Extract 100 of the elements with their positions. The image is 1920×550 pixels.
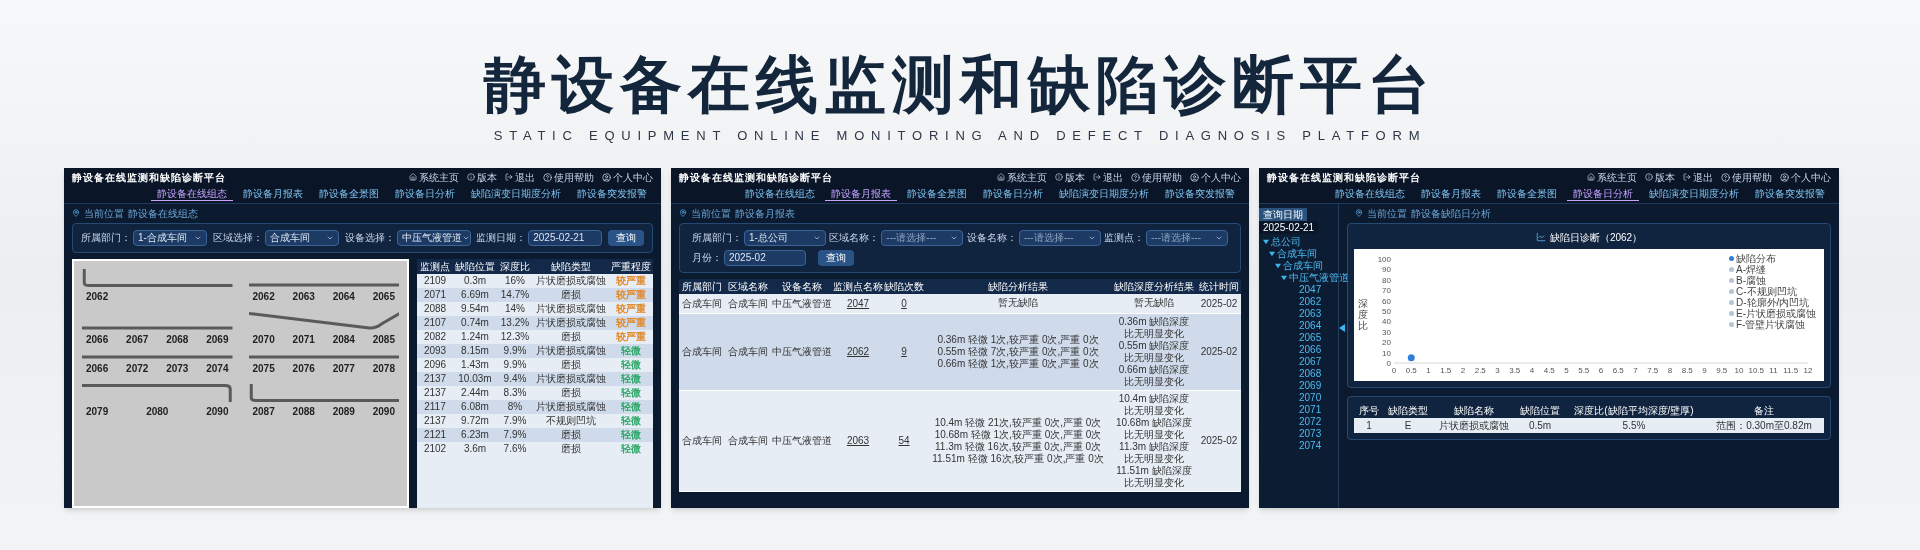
tree-item[interactable]: 2067 — [1287, 355, 1322, 368]
caret-down-icon[interactable] — [1275, 262, 1281, 269]
user-link[interactable]: 个人中心 — [1780, 169, 1831, 185]
header-link[interactable]: 退出 — [1683, 169, 1713, 185]
table-cell-text: 片状磨损或腐蚀 — [535, 273, 607, 288]
nav-tab[interactable]: 静设备在线组态 — [739, 186, 821, 201]
header-link[interactable]: 退出 — [505, 169, 535, 185]
table-cell-text: 2121 — [422, 427, 448, 442]
tick-label: 3 — [1495, 365, 1500, 375]
tree-item[interactable]: 2066 — [1287, 343, 1322, 356]
tree-item[interactable]: 2071 — [1287, 403, 1322, 416]
count-link[interactable]: 0 — [901, 295, 907, 311]
user-link[interactable]: 个人中心 — [1190, 169, 1241, 185]
breadcrumb-link[interactable]: 静设备缺陷日分析 — [1411, 205, 1491, 221]
table-cell-text: 较严重 — [615, 329, 647, 344]
app-title: 静设备在线监测和缺陷诊断平台 — [679, 170, 833, 185]
tree-item[interactable]: 2074 — [1287, 439, 1322, 452]
query-button[interactable]: 查询 — [818, 249, 854, 266]
collapse-arrow-icon[interactable] — [1339, 323, 1345, 332]
tree-item[interactable]: 2073 — [1287, 427, 1322, 440]
nav-tab[interactable]: 静设备全景图 — [901, 186, 973, 201]
dropdown[interactable]: 中压气液管道 — [396, 229, 471, 246]
nav-tab[interactable]: 静设备日分析 — [389, 186, 461, 201]
nav-tab[interactable]: 缺陷演变日期度分析 — [465, 186, 567, 201]
nav-tab[interactable]: 静设备全景图 — [313, 186, 385, 201]
filter-label: 月份： — [692, 251, 722, 265]
tree-item[interactable]: 2069 — [1287, 379, 1322, 392]
caret-down-icon[interactable] — [1269, 250, 1275, 257]
tree-item[interactable]: 2070 — [1287, 391, 1322, 404]
header-link[interactable]: 系统主页 — [997, 169, 1047, 185]
query-button[interactable]: 查询 — [608, 229, 644, 246]
header-link[interactable]: 版本 — [1055, 169, 1085, 185]
help-link[interactable]: 使用帮助 — [543, 169, 594, 185]
tree-item[interactable]: 2063 — [1287, 307, 1322, 320]
tree-item[interactable]: 2068 — [1287, 367, 1322, 380]
point-link[interactable]: 2047 — [846, 295, 870, 311]
header-link[interactable]: 系统主页 — [1587, 169, 1637, 185]
nav-tab[interactable]: 静设备日分析 — [1567, 186, 1639, 201]
header-link[interactable]: 版本 — [1645, 169, 1675, 185]
nav-tab[interactable]: 缺陷演变日期度分析 — [1643, 186, 1745, 201]
dropdown[interactable]: ---请选择--- — [881, 229, 964, 246]
nav-tab[interactable]: 静设备日分析 — [977, 186, 1049, 201]
breadcrumb-link[interactable]: 当前位置 — [84, 205, 124, 221]
nav-tab[interactable]: 静设备月报表 — [1415, 186, 1487, 201]
table-cell-text: 2025-02 — [1199, 296, 1239, 311]
header-link[interactable]: 退出 — [1093, 169, 1123, 185]
header-link[interactable]: 版本 — [467, 169, 497, 185]
nav-tab[interactable]: 静设备突发报警 — [1749, 186, 1831, 201]
date-field[interactable]: 2025-02 — [724, 249, 806, 266]
nav-tab[interactable]: 缺陷演变日期度分析 — [1053, 186, 1155, 201]
caret-down-icon[interactable] — [1263, 238, 1269, 245]
tree-item[interactable]: 2047 — [1287, 283, 1322, 296]
analysis-line: 0.36m 轻微 1次,较严重 0次,严重 0次 — [937, 333, 1099, 346]
date-field[interactable]: 2025-02-21 — [528, 229, 603, 246]
nav-tab[interactable]: 静设备月报表 — [825, 186, 897, 201]
table-cell-text: 0.3m — [462, 273, 488, 288]
tree-item[interactable]: 2072 — [1287, 415, 1322, 428]
tree-item[interactable]: 2065 — [1287, 331, 1322, 344]
header-link[interactable]: 系统主页 — [409, 169, 459, 185]
dropdown[interactable]: 1-合成车间 — [133, 229, 207, 246]
tree-item[interactable]: 2064 — [1287, 319, 1322, 332]
nav-tab[interactable]: 静设备在线组态 — [151, 186, 233, 201]
breadcrumb-link[interactable]: 当前位置 — [691, 205, 731, 221]
help-link[interactable]: 使用帮助 — [1721, 169, 1772, 185]
count-link[interactable]: 9 — [901, 344, 907, 359]
tick-label: 11 — [1769, 365, 1778, 375]
breadcrumb-link[interactable]: 静设备月报表 — [735, 205, 795, 221]
nav-tab[interactable]: 静设备突发报警 — [571, 186, 653, 201]
dropdown[interactable]: 1-总公司 — [744, 229, 826, 246]
nav-tab[interactable]: 静设备全景图 — [1491, 186, 1563, 201]
nav-tab[interactable]: 静设备突发报警 — [1159, 186, 1241, 201]
tree-item[interactable]: 合成车间 — [1277, 247, 1317, 260]
chart-title: 缺陷日诊断（2062） — [1549, 230, 1643, 245]
tree-item[interactable]: 中压气液管道 — [1289, 271, 1349, 284]
filter-label: 区域选择： — [212, 231, 263, 245]
monitor-point-label: 2062 — [86, 289, 109, 304]
nav-tab[interactable]: 静设备在线组态 — [1329, 186, 1411, 201]
user-link[interactable]: 个人中心 — [602, 169, 653, 185]
logout-icon — [1093, 173, 1101, 181]
point-link[interactable]: 2062 — [846, 344, 870, 359]
breadcrumb-link[interactable]: 静设备在线组态 — [128, 205, 198, 221]
dropdown[interactable]: ---请选择--- — [1018, 229, 1101, 246]
nav-tab[interactable]: 静设备月报表 — [237, 186, 309, 201]
breadcrumb-link[interactable]: 当前位置 — [1367, 205, 1407, 221]
tree-item[interactable]: 合成车间 — [1283, 259, 1323, 272]
point-link[interactable]: 2063 — [846, 433, 870, 448]
count-link[interactable]: 54 — [898, 433, 910, 448]
user-icon — [602, 172, 611, 182]
table-cell-text: 片状磨损或腐蚀 — [535, 371, 607, 386]
tree-item[interactable]: 总公司 — [1271, 235, 1301, 248]
logout-icon — [505, 173, 513, 181]
table-cell-text: 7.6% — [502, 441, 528, 456]
help-link[interactable]: 使用帮助 — [1131, 169, 1182, 185]
dropdown[interactable]: 合成车间 — [264, 229, 339, 246]
tree-item[interactable]: 2062 — [1287, 295, 1322, 308]
location-icon — [72, 209, 80, 217]
dropdown[interactable]: ---请选择--- — [1146, 229, 1228, 246]
column-header: 深度比(缺陷平均深度/壁厚) — [1573, 403, 1695, 418]
column-header: 区域名称 — [727, 279, 769, 294]
caret-down-icon[interactable] — [1281, 274, 1287, 281]
